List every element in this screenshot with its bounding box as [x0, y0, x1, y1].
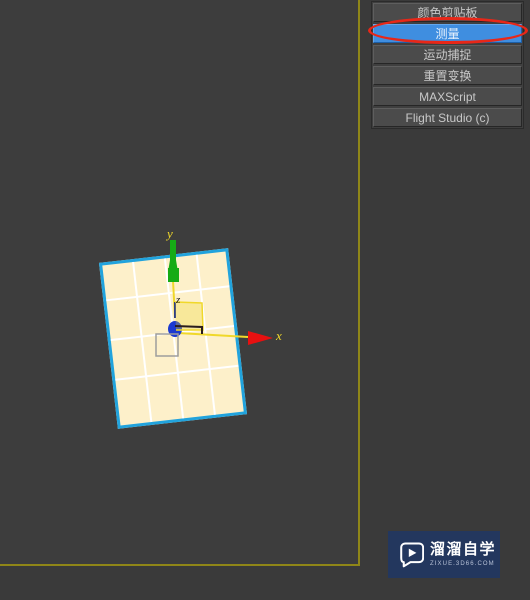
utility-button-maxscript[interactable]: MAXScript	[373, 87, 522, 106]
command-panel: 颜色剪贴板 测量 运动捕捉 重置变换 MAXScript Flight Stud…	[365, 0, 530, 600]
axis-label-y: y	[165, 226, 173, 241]
utility-button-motion-capture[interactable]: 运动捕捉	[373, 45, 522, 64]
plane-gridline	[195, 254, 216, 415]
viewport-canvas[interactable]: y x z	[0, 0, 356, 562]
utility-button-measure[interactable]: 测量	[373, 24, 522, 43]
plane-object[interactable]	[98, 248, 248, 429]
watermark-text-block: 溜溜自学 ZIXUE.3D66.COM	[430, 542, 496, 567]
axis-label-x: x	[275, 328, 282, 343]
play-button-icon	[400, 542, 424, 568]
watermark-title: 溜溜自学	[430, 541, 497, 558]
plane-surface[interactable]	[98, 248, 248, 429]
watermark-subtitle: ZIXUE.3D66.COM	[430, 561, 495, 567]
utility-button-flight-studio[interactable]: Flight Studio (c)	[373, 108, 522, 127]
viewport[interactable]: y x z	[0, 0, 360, 566]
utility-button-color-clipboard[interactable]: 颜色剪贴板	[373, 3, 522, 22]
plane-gridline	[132, 261, 153, 423]
utility-button-reset-xform[interactable]: 重置变换	[373, 66, 522, 85]
watermark-logo: 溜溜自学 ZIXUE.3D66.COM	[388, 531, 500, 578]
plane-gridline	[163, 258, 185, 419]
utilities-button-list: 颜色剪贴板 测量 运动捕捉 重置变换 MAXScript Flight Stud…	[371, 1, 524, 129]
